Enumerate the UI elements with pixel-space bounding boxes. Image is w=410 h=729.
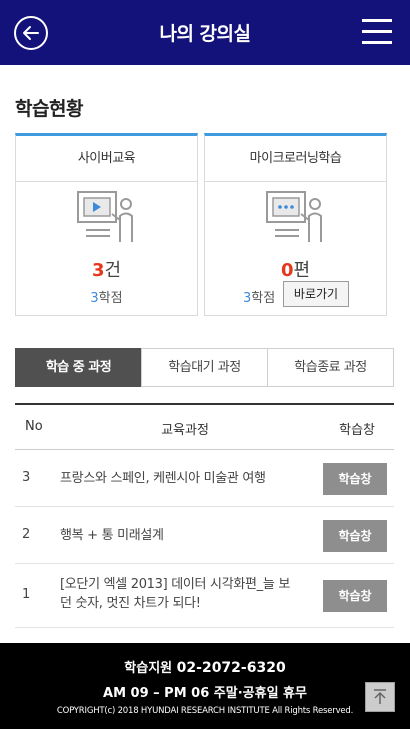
tab-waiting[interactable]: 학습대기 과정 xyxy=(141,348,268,387)
table-row: 3 프랑스와 스페인, 케렌시아 미술관 여행 학습창 xyxy=(15,450,394,507)
study-window-button[interactable]: 학습창 xyxy=(323,463,387,495)
footer: 학습지원 02-2072-6320 AM 09 – PM 06 주말·공휴일 휴… xyxy=(0,643,410,729)
course-table: No 교육과정 학습창 3 프랑스와 스페인, 케렌시아 미술관 여행 학습창 … xyxy=(15,403,394,628)
hamburger-menu-icon[interactable] xyxy=(362,19,392,45)
cyber-count: 3건 xyxy=(91,260,122,281)
tab-completed[interactable]: 학습종료 과정 xyxy=(267,348,394,387)
table-header: No 교육과정 학습창 xyxy=(15,405,394,450)
app-header: 나의 강의실 xyxy=(0,0,410,65)
lecture-dots-icon xyxy=(265,191,322,242)
arrow-up-icon xyxy=(374,689,386,704)
micro-count: 0편 xyxy=(280,260,311,281)
learning-status-title: 학습현황 xyxy=(15,98,83,120)
study-window-button[interactable]: 학습창 xyxy=(323,580,387,612)
support-hours: AM 09 – PM 06 주말·공휴일 휴무 xyxy=(103,686,307,701)
table-row: 2 행복 + 통 미래설계 학습창 xyxy=(15,507,394,564)
course-title[interactable]: 행복 + 통 미래설계 xyxy=(60,526,300,545)
row-number: 2 xyxy=(22,527,31,542)
course-title[interactable]: 프랑스와 스페인, 케렌시아 미술관 여행 xyxy=(60,469,300,488)
scroll-top-button[interactable] xyxy=(365,682,395,712)
lecture-play-icon xyxy=(76,191,133,242)
row-number: 1 xyxy=(22,587,31,602)
course-title[interactable]: [오단기 엑셀 2013] 데이터 시각화편_늘 보던 숫자, 멋진 차트가 되… xyxy=(60,575,300,613)
go-now-button[interactable]: 바로가기 xyxy=(283,281,349,307)
study-window-button[interactable]: 학습창 xyxy=(323,520,387,552)
microlearning-card: 마이크로러닝학습 0편 3학점 바로가기 xyxy=(204,133,387,316)
course-tabs: 학습 중 과정 학습대기 과정 학습종료 과정 xyxy=(15,348,394,387)
copyright: COPYRIGHT(c) 2018 HYUNDAI RESEARCH INSTI… xyxy=(56,706,354,716)
support-phone: 학습지원 02-2072-6320 xyxy=(124,660,286,676)
cyber-education-label: 사이버교육 xyxy=(16,136,197,182)
table-row: 1 [오단기 엑셀 2013] 데이터 시각화편_늘 보던 숫자, 멋진 차트가… xyxy=(15,564,394,628)
header-action: 학습창 xyxy=(339,423,375,438)
tab-in-progress[interactable]: 학습 중 과정 xyxy=(15,348,142,387)
header-course: 교육과정 xyxy=(161,423,209,438)
row-number: 3 xyxy=(22,470,31,485)
cyber-credit: 3학점 xyxy=(90,291,123,306)
cyber-education-card: 사이버교육 3건 3학점 xyxy=(15,133,198,316)
page-title: 나의 강의실 xyxy=(159,23,251,45)
microlearning-label: 마이크로러닝학습 xyxy=(205,136,386,182)
